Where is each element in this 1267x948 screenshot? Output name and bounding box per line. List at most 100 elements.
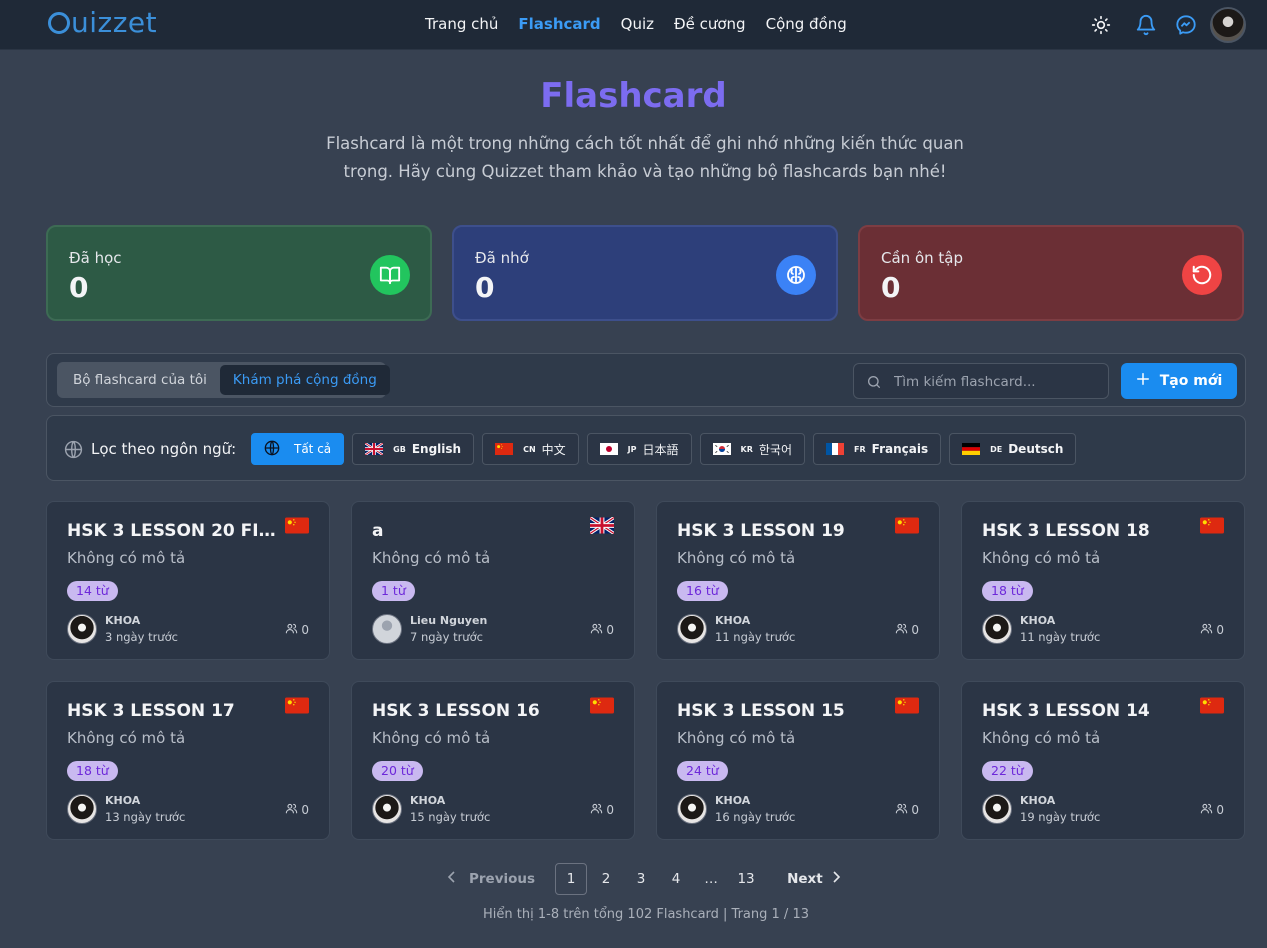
chip-english[interactable]: GB English [352,433,475,465]
create-new-label: Tạo mới [1159,373,1223,389]
author-avatar [372,794,402,824]
chip-korean[interactable]: KR 한국어 [699,433,806,465]
flashcard-set-card[interactable]: HSK 3 LESSON 17 Không có mô tả 18 từ KHOA 13… [46,681,330,840]
word-count-badge: 24 từ [677,761,728,781]
flashcard-set-card[interactable]: HSK 3 LESSON 15 Không có mô tả 24 từ KHOA 16… [656,681,940,840]
created-time: 7 ngày trước [410,630,483,644]
learner-count-value: 0 [911,803,919,817]
learner-count-value: 0 [301,803,309,817]
nav-quiz[interactable]: Quiz [621,15,654,33]
card-description: Không có mô tả [677,729,796,747]
flashcard-set-card[interactable]: HSK 3 LESSON 16 Không có mô tả 20 từ KHOA 15… [351,681,635,840]
stat-value: 0 [475,271,495,304]
top-navbar: uizzet Trang chủ Flashcard Quiz Đề cương… [0,0,1267,50]
author-avatar [982,794,1012,824]
bell-icon[interactable] [1133,12,1159,38]
flashcard-set-card[interactable]: HSK 3 LESSON 14 Không có mô tả 22 từ KHOA 19… [961,681,1245,840]
stat-card-learned: Đã học 0 [46,225,432,321]
chip-french[interactable]: FR Français [813,433,942,465]
messenger-icon[interactable] [1173,12,1199,38]
flag-fr-icon [826,443,845,455]
next-button[interactable]: Next [787,871,841,887]
sun-icon[interactable] [1088,12,1114,38]
flag-cn-icon [285,697,309,714]
pagination: Previous 1 2 3 4 … 13 Next [447,863,841,895]
logo-text: uizzet [71,6,158,39]
globe-icon [264,440,280,459]
search-box [853,363,1109,399]
brain-icon [776,255,816,295]
users-icon [590,622,603,638]
card-title: HSK 3 LESSON 18 [982,521,1150,541]
users-icon [285,622,298,638]
tab-explore-community[interactable]: Khám phá cộng đồng [219,365,390,395]
chip-code: DE [990,444,1003,454]
user-avatar[interactable] [1210,7,1246,43]
flag-jp-icon [599,443,618,455]
search-input[interactable] [894,372,1094,392]
search-icon [866,374,882,394]
flag-cn-icon [495,443,514,455]
card-description: Không có mô tả [67,549,186,567]
flag-gb-icon [365,443,384,455]
created-time: 13 ngày trước [105,810,186,824]
page-4[interactable]: 4 [660,863,692,895]
card-title: HSK 3 LESSON 16 [372,701,540,721]
learner-count: 0 [285,622,309,638]
chip-german[interactable]: DE Deutsch [949,433,1077,465]
created-time: 15 ngày trước [410,810,491,824]
flag-gb-icon [589,516,615,535]
flag-cn-icon [285,517,309,534]
nav-home[interactable]: Trang chủ [425,15,498,33]
author-name: KHOA [1020,614,1056,627]
chip-japanese[interactable]: JP 日本語 [586,433,692,465]
flashcard-toolbar: Bộ flashcard của tôi Khám phá cộng đồng … [46,353,1246,407]
nav-community[interactable]: Cộng đồng [766,15,847,33]
chip-label: Tất cả [294,442,332,456]
previous-label: Previous [469,871,536,887]
flag-kr-icon [712,443,731,455]
card-title: HSK 3 LESSON 20 FINAL [67,521,281,541]
users-icon [590,802,603,818]
create-new-button[interactable]: Tạo mới [1121,363,1237,399]
nav-flashcard[interactable]: Flashcard [518,15,600,33]
language-filter: Lọc theo ngôn ngữ: Tất cả GB English CN … [46,415,1246,481]
stat-label: Đã học [69,249,122,267]
word-count-badge: 20 từ [372,761,423,781]
word-count-badge: 1 từ [372,581,415,601]
card-title: HSK 3 LESSON 19 [677,521,845,541]
author-name: KHOA [105,794,141,807]
chip-chinese[interactable]: CN 中文 [482,433,579,465]
flashcard-set-card[interactable]: HSK 3 LESSON 20 FINAL Không có mô tả 14 từ… [46,501,330,660]
card-title: HSK 3 LESSON 15 [677,701,845,721]
view-switch: Bộ flashcard của tôi Khám phá cộng đồng [57,362,390,398]
learner-count: 0 [590,802,614,818]
author-avatar [372,614,402,644]
page-1[interactable]: 1 [555,863,588,895]
chip-all[interactable]: Tất cả [251,433,345,465]
flag-cn-icon [895,697,919,714]
flag-cn-icon [590,697,614,714]
page-13[interactable]: 13 [730,863,762,895]
chip-code: KR [740,444,753,454]
learner-count-value: 0 [911,623,919,637]
users-icon [1200,802,1213,818]
page-subtitle: Flashcard là một trong những cách tốt nh… [326,134,964,181]
pagination-summary: Hiển thị 1-8 trên tổng 102 Flashcard | T… [483,907,809,922]
page-2[interactable]: 2 [590,863,622,895]
card-description: Không có mô tả [982,549,1101,567]
filter-label: Lọc theo ngôn ngữ: [91,440,237,458]
learner-count: 0 [590,622,614,638]
page-3[interactable]: 3 [625,863,657,895]
flashcard-set-card[interactable]: HSK 3 LESSON 19 Không có mô tả 16 từ KHOA 11… [656,501,940,660]
chip-label: English [411,442,462,456]
stat-label: Đã nhớ [475,249,529,267]
quizzet-logo[interactable]: uizzet [48,6,157,39]
author-name: KHOA [715,614,751,627]
flashcard-set-card[interactable]: a Không có mô tả 1 từ Lieu Nguyen 7 ngày trư… [351,501,635,660]
nav-outline[interactable]: Đề cương [674,15,746,33]
previous-button[interactable]: Previous [447,871,535,887]
users-icon [285,802,298,818]
flashcard-set-card[interactable]: HSK 3 LESSON 18 Không có mô tả 18 từ KHOA 11… [961,501,1245,660]
tab-my-flashcards[interactable]: Bộ flashcard của tôi [60,365,220,395]
